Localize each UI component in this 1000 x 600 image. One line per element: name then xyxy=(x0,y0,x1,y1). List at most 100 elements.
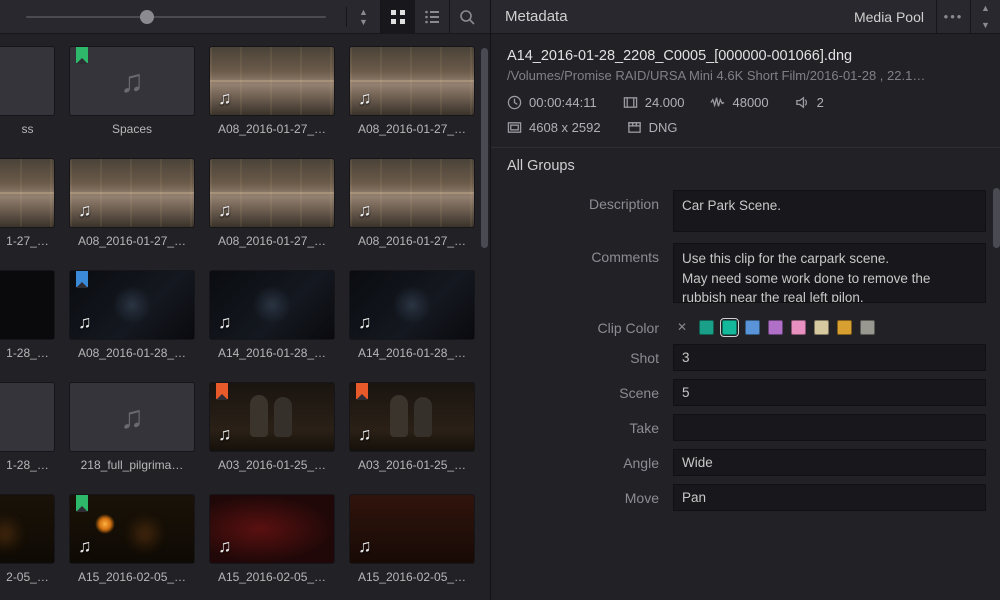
clip-thumbnail[interactable]: ♫A14_2016-01-28_… xyxy=(209,270,335,360)
clip-thumbnail[interactable]: ♫2-05_… xyxy=(0,494,55,584)
audio-badge-icon: ♫ xyxy=(358,424,372,445)
angle-input[interactable] xyxy=(673,449,986,476)
label-scene: Scene xyxy=(491,379,673,401)
clip-thumbnail[interactable]: ♫ 218_full_pilgrima… xyxy=(69,382,195,472)
label-clip-color: Clip Color xyxy=(491,314,673,336)
audio-icon: ♫ xyxy=(0,383,54,451)
flag-icon xyxy=(356,383,368,399)
label-description: Description xyxy=(491,190,673,212)
thumbnail-label: A15_2016-02-05_… xyxy=(209,570,335,584)
label-take: Take xyxy=(491,414,673,436)
resolution-icon xyxy=(507,120,522,135)
clip-thumbnail[interactable]: ♫1-28_… xyxy=(0,382,55,472)
metadata-header: Metadata Media Pool ••• ▲ ▼ xyxy=(491,0,1000,34)
audio-icon: ♫ xyxy=(0,47,54,115)
clip-thumbnail[interactable]: ♫A08_2016-01-27_… xyxy=(209,46,335,136)
list-icon xyxy=(424,9,440,25)
clip-thumbnail[interactable]: ♫Spaces xyxy=(69,46,195,136)
grid-view-button[interactable] xyxy=(381,0,415,34)
audio-badge-icon: ♫ xyxy=(218,536,232,557)
move-input[interactable] xyxy=(673,484,986,511)
stat-duration: 00:00:44:11 xyxy=(507,95,597,110)
audio-badge-icon: ♫ xyxy=(218,424,232,445)
shot-input[interactable] xyxy=(673,344,986,371)
audio-badge-icon: ♫ xyxy=(358,88,372,109)
clip-thumbnail[interactable]: ♫ A15_2016-02-05_… xyxy=(349,494,475,584)
audio-badge-icon: ♫ xyxy=(78,312,92,333)
clip-thumbnail[interactable]: ♫A08_2016-01-27_… xyxy=(69,158,195,248)
thumbnail-label: A03_2016-01-25_… xyxy=(209,458,335,472)
flag-icon xyxy=(76,271,88,287)
clip-thumbnail[interactable]: ♫ A03_2016-01-25_… xyxy=(349,382,475,472)
speaker-icon xyxy=(795,95,810,110)
clip-color-swatch[interactable] xyxy=(722,320,737,335)
thumbnail-label: ss xyxy=(0,122,55,136)
clip-thumbnail[interactable]: ♫ ss xyxy=(0,46,55,136)
clip-filename: A14_2016-01-28_2208_C0005_[000000-001066… xyxy=(507,48,984,64)
label-shot: Shot xyxy=(491,344,673,366)
clip-thumbnail[interactable]: ♫A08_2016-01-27_… xyxy=(209,158,335,248)
thumbnail-label: 218_full_pilgrima… xyxy=(69,458,195,472)
clip-info-block: A14_2016-01-28_2208_C0005_[000000-001066… xyxy=(491,34,1000,148)
thumbnail-label: A08_2016-01-28_… xyxy=(69,346,195,360)
stat-channels: 2 xyxy=(795,95,824,110)
clip-thumbnail[interactable]: ♫ A15_2016-02-05_… xyxy=(69,494,195,584)
search-icon xyxy=(459,9,475,25)
clip-thumbnail[interactable]: ♫ A08_2016-01-27_… xyxy=(349,158,475,248)
form-scrollbar[interactable] xyxy=(993,188,1000,248)
clip-color-swatch[interactable] xyxy=(699,320,714,335)
label-move: Move xyxy=(491,484,673,506)
audio-badge-icon: ♫ xyxy=(358,200,372,221)
thumbnail-label: 1-28_… xyxy=(0,346,55,360)
take-input[interactable] xyxy=(673,414,986,441)
options-menu-button[interactable]: ••• xyxy=(936,0,970,33)
clip-thumbnail[interactable]: ♫1-28_… xyxy=(0,270,55,360)
label-angle: Angle xyxy=(491,449,673,471)
list-view-button[interactable] xyxy=(415,0,449,34)
clip-thumbnail[interactable]: ♫ A08_2016-01-28_… xyxy=(69,270,195,360)
audio-badge-icon: ♫ xyxy=(358,312,372,333)
thumbnail-label: A03_2016-01-25_… xyxy=(349,458,475,472)
clip-color-swatch[interactable] xyxy=(837,320,852,335)
clip-thumbnail[interactable]: ♫ A03_2016-01-25_… xyxy=(209,382,335,472)
flag-icon xyxy=(216,383,228,399)
view-selector-dropdown[interactable]: Media Pool xyxy=(842,9,936,25)
stat-codec: DNG xyxy=(627,120,678,135)
expand-button[interactable]: ▲ xyxy=(971,0,1000,17)
clip-color-clear[interactable]: ✕ xyxy=(673,318,691,336)
audio-badge-icon: ♫ xyxy=(358,536,372,557)
panel-title: Metadata xyxy=(505,8,568,25)
collapse-button[interactable]: ▼ xyxy=(971,17,1000,34)
stat-fps: 24.000 xyxy=(623,95,685,110)
clip-thumbnail[interactable]: ♫ A15_2016-02-05_… xyxy=(209,494,335,584)
audio-badge-icon: ♫ xyxy=(218,88,232,109)
thumbnail-label: A15_2016-02-05_… xyxy=(69,570,195,584)
thumbnail-label: A15_2016-02-05_… xyxy=(349,570,475,584)
scene-input[interactable] xyxy=(673,379,986,406)
comments-input[interactable] xyxy=(673,243,986,303)
clip-thumbnail[interactable]: ♫A14_2016-01-28_… xyxy=(349,270,475,360)
sort-asc-button[interactable]: ▲ xyxy=(347,7,380,17)
stat-samplerate: 48000 xyxy=(710,95,768,110)
thumbnail-grid[interactable]: ♫ss♫Spaces♫A08_2016-01-27_…♫A08_2016-01-… xyxy=(0,34,490,600)
waveform-icon xyxy=(710,95,725,110)
search-button[interactable] xyxy=(450,0,484,34)
description-input[interactable] xyxy=(673,190,986,232)
clip-color-swatch[interactable] xyxy=(791,320,806,335)
clip-color-swatch[interactable] xyxy=(814,320,829,335)
clip-thumbnail[interactable]: ♫1-27_… xyxy=(0,158,55,248)
audio-icon: ♫ xyxy=(70,383,194,451)
clip-color-swatch[interactable] xyxy=(745,320,760,335)
clip-thumbnail[interactable]: ♫A08_2016-01-27_… xyxy=(349,46,475,136)
audio-badge-icon: ♫ xyxy=(78,536,92,557)
thumbnail-label: A08_2016-01-27_… xyxy=(349,234,475,248)
sort-desc-button[interactable]: ▼ xyxy=(347,17,380,27)
metadata-pane: Metadata Media Pool ••• ▲ ▼ A14_2016-01-… xyxy=(491,0,1000,600)
thumbnail-label: A14_2016-01-28_… xyxy=(209,346,335,360)
thumbnail-size-slider[interactable] xyxy=(6,16,346,18)
clip-color-swatch[interactable] xyxy=(860,320,875,335)
scrollbar-thumb[interactable] xyxy=(481,48,488,248)
clip-color-swatch[interactable] xyxy=(768,320,783,335)
audio-badge-icon: ♫ xyxy=(218,200,232,221)
label-comments: Comments xyxy=(491,243,673,265)
